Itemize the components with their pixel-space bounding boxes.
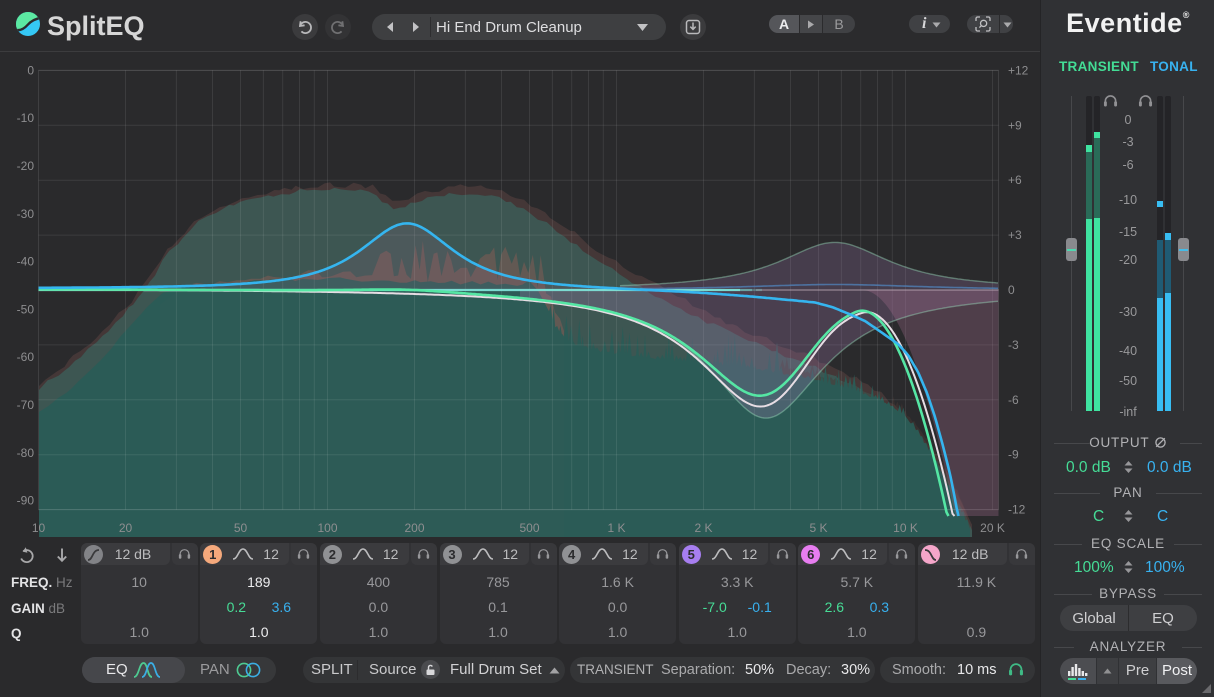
svg-text:1 K: 1 K (607, 521, 625, 535)
svg-text:50: 50 (234, 521, 248, 535)
svg-text:-12: -12 (1008, 503, 1026, 517)
svg-text:-20: -20 (17, 159, 35, 173)
svg-text:100: 100 (317, 521, 337, 535)
svg-text:-40: -40 (17, 255, 35, 269)
svg-text:-60: -60 (17, 350, 35, 364)
svg-text:200: 200 (404, 521, 424, 535)
svg-text:500: 500 (519, 521, 539, 535)
svg-text:-10: -10 (17, 111, 35, 125)
svg-text:-80: -80 (17, 446, 35, 460)
svg-text:-90: -90 (17, 494, 35, 508)
svg-text:10: 10 (32, 521, 46, 535)
svg-text:+3: +3 (1008, 228, 1022, 242)
svg-text:0: 0 (1008, 283, 1015, 297)
svg-text:-9: -9 (1008, 448, 1019, 462)
svg-text:-50: -50 (17, 302, 35, 316)
svg-text:2 K: 2 K (694, 521, 712, 535)
svg-text:-70: -70 (17, 398, 35, 412)
svg-text:+6: +6 (1008, 173, 1022, 187)
svg-text:+9: +9 (1008, 118, 1022, 132)
svg-text:+12: +12 (1008, 63, 1029, 77)
svg-text:20 K: 20 K (980, 521, 1005, 535)
svg-text:-6: -6 (1008, 393, 1019, 407)
svg-text:5 K: 5 K (809, 521, 827, 535)
svg-text:10 K: 10 K (893, 521, 918, 535)
svg-text:-30: -30 (17, 207, 35, 221)
svg-text:0: 0 (27, 63, 34, 77)
svg-text:20: 20 (119, 521, 133, 535)
svg-text:-3: -3 (1008, 338, 1019, 352)
